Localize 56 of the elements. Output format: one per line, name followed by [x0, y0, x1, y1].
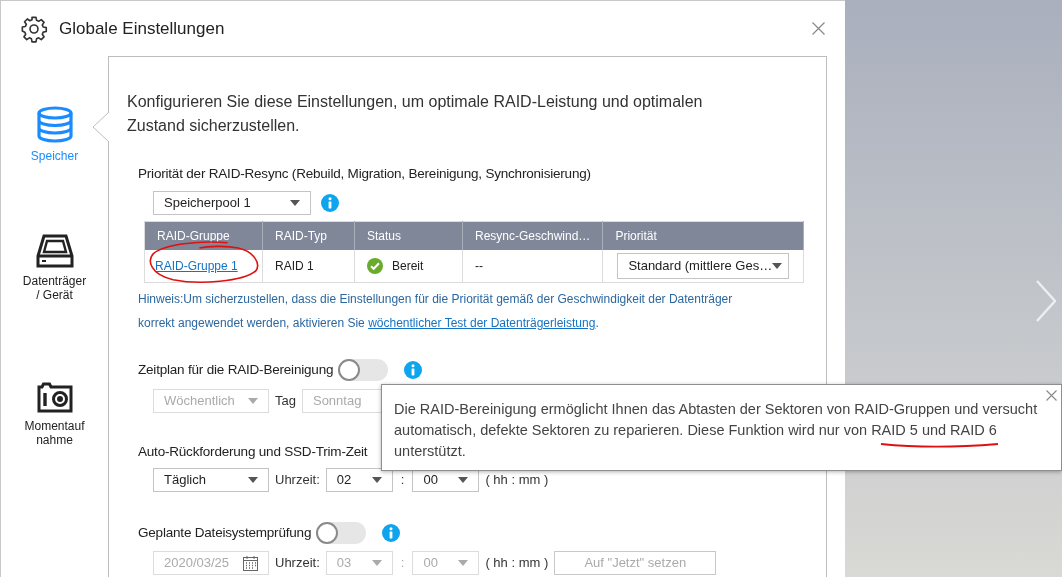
field-label: Uhrzeit:	[275, 554, 320, 573]
info-icon[interactable]	[382, 524, 401, 542]
status-text: Bereit	[392, 257, 424, 275]
caret-icon	[371, 477, 382, 483]
table-cell: --	[462, 249, 603, 283]
info-icon[interactable]	[404, 361, 423, 379]
column-header[interactable]: RAID-Gruppe	[144, 221, 263, 250]
time-separator: :	[399, 471, 406, 490]
table-cell: RAID 1	[262, 249, 355, 283]
column-header[interactable]: Priorität	[602, 221, 804, 250]
section-title: Priorität der RAID-Resync (Rebuild, Migration, Bereinigung, Synchronisierung)	[138, 165, 592, 183]
column-header[interactable]: RAID-Typ	[262, 221, 355, 250]
caret-icon	[248, 477, 258, 483]
window-title: Globale Einstellungen	[59, 17, 225, 40]
field-label: Uhrzeit:	[275, 471, 320, 490]
section-title: Auto-Rückforderung und SSD-Trim-Zeit	[138, 442, 368, 461]
caret-icon	[458, 477, 469, 483]
column-header[interactable]: Resync-Geschwind…	[462, 221, 603, 250]
column-header[interactable]: Status	[354, 221, 463, 250]
format-hint: ( hh : mm )	[485, 554, 549, 573]
hint-text: Hinweis:Um sicherzustellen, dass die Einstellungen für die Priorität gemäß der Geschwindigkeit der Datenträger korrekt angewendet werden, aktivieren Sie wöchentlicher Test der Datenträgerleistung.	[138, 291, 734, 332]
intro-text: Konfigurieren Sie diese Einstellungen, um optimale RAID-Leistung und optimalen Zustand sicherzustellen.	[127, 92, 704, 136]
date-field[interactable]: 2020/03/25	[153, 551, 269, 575]
caret-icon	[371, 560, 382, 566]
toggle-switch[interactable]	[338, 359, 389, 381]
drive-icon	[34, 234, 75, 268]
dropdown[interactable]: Wöchentlich	[153, 389, 269, 413]
database-icon	[36, 106, 73, 143]
set-now-button[interactable]: Auf "Jetzt" setzen	[554, 551, 717, 575]
sidebar-item[interactable]: Momentaufnahme	[21, 419, 88, 447]
camera-icon	[35, 381, 74, 413]
dropdown[interactable]: 02	[325, 468, 393, 492]
check-circle-icon	[367, 257, 383, 274]
settings-icon	[20, 14, 48, 43]
dropdown[interactable]: 00	[412, 551, 480, 575]
caret-icon	[772, 262, 783, 269]
sidebar-item[interactable]: Speicher	[21, 149, 88, 163]
caret-icon	[248, 398, 258, 404]
dropdown[interactable]: 03	[325, 551, 393, 575]
close-icon[interactable]	[812, 22, 825, 35]
caret-icon	[290, 200, 300, 206]
time-separator: :	[399, 554, 406, 573]
info-icon[interactable]	[321, 194, 339, 212]
toggle-switch[interactable]	[316, 522, 367, 544]
calendar-icon	[243, 555, 258, 571]
dropdown[interactable]: Standard (mittlere Ges…	[617, 252, 790, 279]
dropdown[interactable]: Täglich	[153, 468, 269, 492]
field-label: Tag	[275, 392, 296, 411]
section-title: Zeitplan für die RAID-Bereinigung	[138, 360, 334, 379]
raid-group-link[interactable]: RAID-Gruppe 1	[155, 258, 238, 273]
dropdown[interactable]: Speicherpool 1	[153, 191, 311, 215]
section-title: Geplante Dateisystemprüfung	[138, 523, 312, 542]
close-icon[interactable]	[1046, 390, 1057, 401]
format-hint: ( hh : mm )	[485, 471, 549, 490]
sidebar-item[interactable]: Datenträger / Gerät	[21, 274, 88, 302]
caret-icon	[458, 560, 469, 566]
